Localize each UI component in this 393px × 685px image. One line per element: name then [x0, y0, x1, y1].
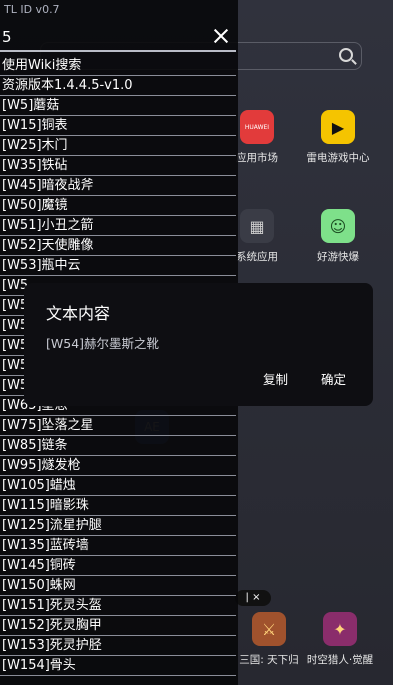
list-item[interactable]: [W75]坠落之星 — [0, 416, 236, 436]
list-item[interactable]: [W50]魔镜 — [0, 196, 236, 216]
list-item[interactable]: [W45]暗夜战斧 — [0, 176, 236, 196]
app-hunter[interactable]: ✦ 时空猎人·觉醒 — [300, 612, 380, 667]
dialog-body: [W54]赫尔墨斯之靴 — [46, 336, 160, 351]
list-item[interactable]: [W151]死灵头盔 — [0, 596, 236, 616]
app-haoyou[interactable]: ☺ 好游快爆 — [298, 209, 378, 264]
copy-button[interactable]: 复制 — [263, 369, 288, 388]
search-row — [0, 24, 236, 52]
panel-title: TL ID v0.7 — [4, 3, 60, 16]
list-item[interactable]: [W5]蘑菇 — [0, 96, 236, 116]
list-item[interactable]: [W25]木门 — [0, 136, 236, 156]
list-item[interactable]: 使用Wiki搜索 — [0, 56, 236, 76]
huawei-icon: HUAWEI — [240, 110, 274, 144]
search-input[interactable] — [0, 24, 200, 50]
close-icon[interactable] — [212, 27, 230, 45]
app-label: 雷电游戏中心 — [306, 152, 370, 164]
list-item[interactable]: [W153]死灵护胫 — [0, 636, 236, 656]
app-label: 时空猎人·觉醒 — [306, 654, 374, 666]
list-item[interactable]: [W95]燧发枪 — [0, 456, 236, 476]
list-item[interactable]: [W15]铜表 — [0, 116, 236, 136]
hunter-game-icon: ✦ — [323, 612, 357, 646]
gamepad-icon: ▶ — [321, 110, 355, 144]
search-icon — [339, 48, 353, 62]
app-label: 好游快爆 — [317, 251, 359, 263]
list-item[interactable]: [W35]铁砧 — [0, 156, 236, 176]
confirm-button[interactable]: 确定 — [321, 369, 346, 388]
list-item[interactable]: 资源版本1.4.4.5-v1.0 — [0, 76, 236, 96]
list-item[interactable]: [W85]链条 — [0, 436, 236, 456]
sanguo-game-icon: ⚔ — [252, 612, 286, 646]
list-item[interactable]: [W115]暗影珠 — [0, 496, 236, 516]
ad-close-button[interactable]: | × — [235, 590, 271, 606]
dialog-title: 文本内容 — [46, 304, 111, 323]
list-item[interactable]: [W154]骨头 — [0, 656, 236, 676]
list-item[interactable]: [W135]蓝砖墙 — [0, 536, 236, 556]
list-item[interactable]: [W51]小丑之箭 — [0, 216, 236, 236]
app-label: 三国: 天下归 — [239, 654, 299, 666]
list-item[interactable]: [W52]天使雕像 — [0, 236, 236, 256]
text-content-dialog: 文本内容 [W54]赫尔墨斯之靴 复制 确定 — [24, 283, 373, 406]
list-item[interactable]: [W152]死灵胸甲 — [0, 616, 236, 636]
haoyou-icon: ☺ — [321, 209, 355, 243]
app-game-center[interactable]: ▶ 雷电游戏中心 — [298, 110, 378, 165]
list-item[interactable]: [W53]瓶中云 — [0, 256, 236, 276]
list-item[interactable]: [W125]流星护腿 — [0, 516, 236, 536]
list-item[interactable]: [W105]蜡烛 — [0, 476, 236, 496]
list-item[interactable]: [W150]蛛网 — [0, 576, 236, 596]
list-item[interactable]: [W145]铜砖 — [0, 556, 236, 576]
app-sanguo[interactable]: ⚔ 三国: 天下归 — [229, 612, 309, 667]
apps-folder-icon: ▦ — [240, 209, 274, 243]
